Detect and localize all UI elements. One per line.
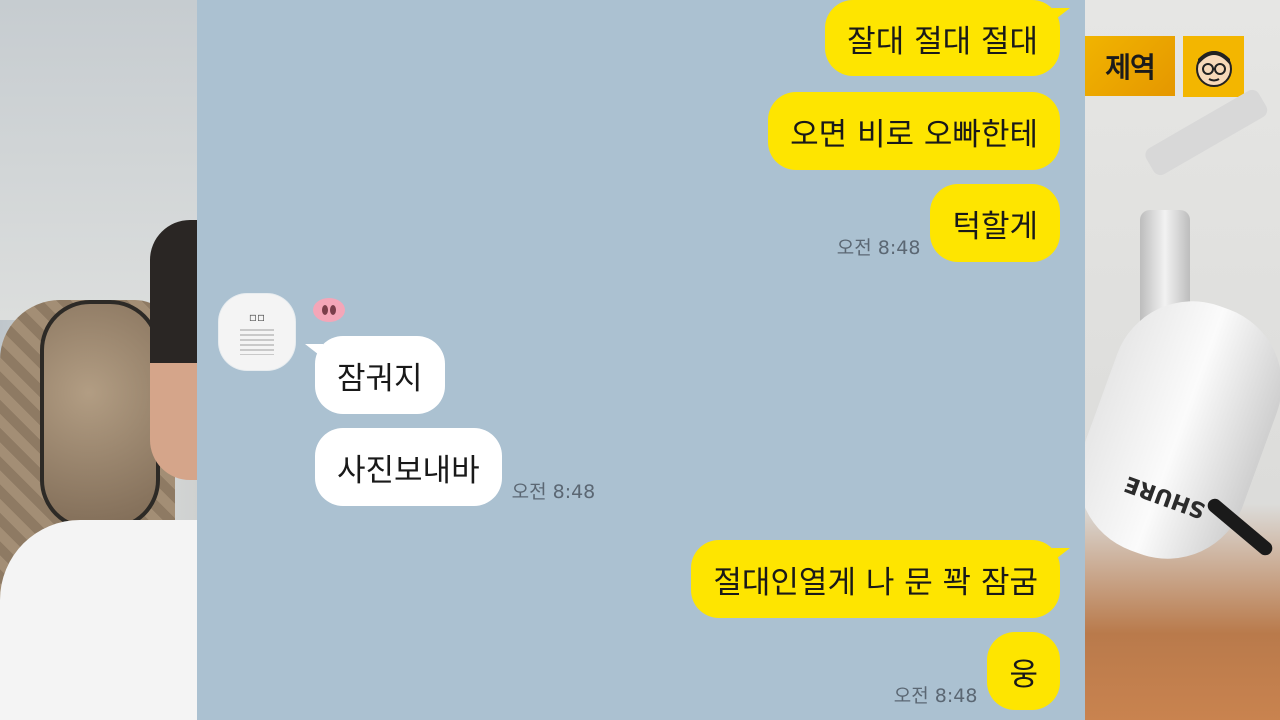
my-message-bubble[interactable]: 오면 비로 오빠한테 [768, 92, 1060, 170]
my-message-bubble[interactable]: 절대인열게 나 문 꽉 잠굼 [691, 540, 1070, 618]
message-row: 절대인열게 나 문 꽉 잠굼 [691, 540, 1070, 618]
other-message-bubble[interactable]: 사진보내바 [315, 428, 502, 506]
my-message-bubble[interactable]: 턱할게 [930, 184, 1060, 262]
chat-panel[interactable]: 잘대 절대 절대 오면 비로 오빠한테 오전 8:48 턱할게 ▫▫ 잠궈지 사… [197, 0, 1085, 720]
pig-nose-icon [313, 298, 345, 322]
profile-image-lines [240, 328, 274, 355]
other-message-bubble[interactable]: 잠궈지 [305, 336, 445, 414]
message-text: 잘대 절대 절대 [847, 23, 1038, 60]
channel-logo-text: 제역 [1105, 51, 1156, 84]
message-row: 사진보내바 오전 8:48 [315, 428, 605, 506]
message-text: 사진보내바 [337, 452, 480, 489]
message-text: 오면 비로 오빠한테 [790, 116, 1038, 153]
message-time: 오전 8:48 [511, 481, 596, 503]
message-row: 오면 비로 오빠한테 [768, 92, 1060, 170]
my-message-bubble[interactable]: 웅 [987, 632, 1060, 710]
channel-avatar-icon [1183, 36, 1244, 97]
chair-headrest [40, 300, 160, 530]
channel-logo: 제역 [1085, 36, 1175, 96]
message-text: 웅 [1009, 656, 1038, 693]
message-row: 잘대 절대 절대 [825, 0, 1070, 76]
message-text: 절대인열게 나 문 꽉 잠굼 [713, 564, 1038, 601]
message-row: 오전 8:48 웅 [884, 632, 1060, 710]
message-text: 잠궈지 [337, 360, 423, 397]
message-time: 오전 8:48 [836, 237, 921, 259]
sender-name [313, 292, 345, 328]
message-row: 잠궈지 [305, 336, 445, 414]
message-time: 오전 8:48 [893, 685, 978, 707]
my-message-bubble[interactable]: 잘대 절대 절대 [825, 0, 1070, 76]
message-row: 오전 8:48 턱할게 [827, 184, 1060, 262]
person-shirt [0, 520, 197, 720]
message-text: 턱할게 [952, 208, 1038, 245]
profile-image-icon: ▫▫ [248, 309, 266, 324]
sender-avatar[interactable]: ▫▫ [219, 294, 295, 370]
